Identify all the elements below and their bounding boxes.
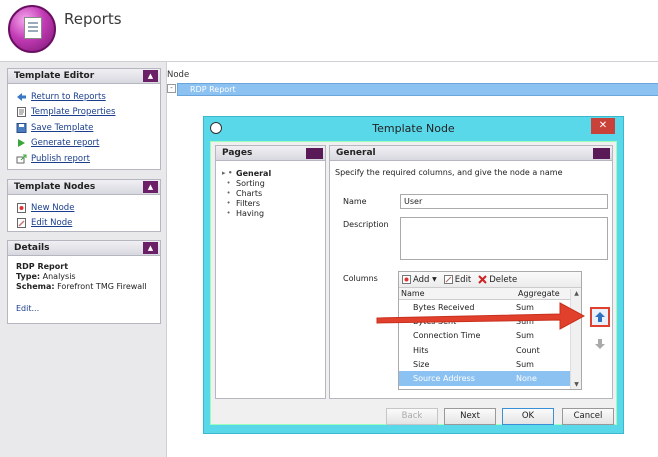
close-dialog-button[interactable]: ✕ xyxy=(591,118,615,134)
return-to-reports-link[interactable]: Return to Reports xyxy=(16,89,152,105)
columns-list: Add ▼ Edit Delete Name Aggregate Bytes R xyxy=(398,271,582,390)
description-label: Description xyxy=(343,220,389,229)
page-having[interactable]: • Having xyxy=(222,208,325,218)
columns-label: Columns xyxy=(343,274,378,283)
template-node-dialog: Template Node ✕ Pages ▸ • General • Sortin… xyxy=(203,116,624,434)
table-row[interactable]: Connection Time Sum xyxy=(399,329,581,343)
back-button[interactable]: Back xyxy=(386,408,438,425)
table-row-selected[interactable]: Source Address None xyxy=(399,371,581,386)
details-type: Analysis xyxy=(42,272,76,281)
page-filters[interactable]: • Filters xyxy=(222,198,325,208)
dialog-title: Template Node xyxy=(372,122,455,135)
details-title: Details xyxy=(14,243,50,253)
move-column-up-button[interactable] xyxy=(590,307,610,327)
dialog-title-bar: Template Node ✕ xyxy=(204,117,623,139)
pages-panel: Pages ▸ • General • Sorting • Charts • Filte… xyxy=(215,145,326,399)
name-input[interactable]: User xyxy=(400,194,608,209)
template-properties-link[interactable]: Template Properties xyxy=(16,105,152,121)
scroll-down-icon[interactable]: ▼ xyxy=(572,380,581,389)
node-column-header: Node xyxy=(167,70,190,80)
app-title: Reports xyxy=(64,10,122,28)
details-panel: Details ▲ RDP Report Type: Analysis Sche… xyxy=(7,240,161,324)
details-schema: Forefront TMG Firewall xyxy=(57,282,147,291)
details-report-name: RDP Report xyxy=(16,262,69,271)
ok-button[interactable]: OK xyxy=(502,408,554,425)
template-editor-title: Template Editor xyxy=(14,71,95,81)
save-icon xyxy=(16,122,27,133)
page-sorting[interactable]: • Sorting xyxy=(222,178,325,188)
collapse-details-button[interactable]: ▲ xyxy=(143,242,158,254)
reports-logo-icon xyxy=(8,5,56,53)
description-input[interactable] xyxy=(400,217,608,260)
next-button[interactable]: Next xyxy=(444,408,496,425)
delete-column-button[interactable]: Delete xyxy=(478,275,517,285)
arrow-left-icon xyxy=(17,92,26,101)
general-instruction: Specify the required columns, and give t… xyxy=(335,168,563,177)
tree-node-rdp-report[interactable]: RDP Report xyxy=(177,83,658,96)
general-panel: General Specify the required columns, an… xyxy=(329,145,613,399)
edit-icon xyxy=(443,275,453,284)
sidebar: Template Editor ▲ Return to Reports Temp… xyxy=(0,62,166,457)
table-row[interactable]: Bytes Sent Sum xyxy=(399,314,581,328)
template-nodes-panel: Template Nodes ▲ New Node Edit Node xyxy=(7,179,161,232)
publish-report-link[interactable]: Publish report xyxy=(16,151,152,167)
collapse-template-nodes-button[interactable]: ▲ xyxy=(143,181,158,193)
new-node-link[interactable]: New Node xyxy=(16,200,152,216)
edit-node-icon xyxy=(17,218,26,229)
save-template-link[interactable]: Save Template xyxy=(16,120,152,136)
app-header: Reports xyxy=(0,0,658,62)
chevron-down-icon: ▼ xyxy=(432,276,437,283)
generate-report-link[interactable]: Generate report xyxy=(16,136,152,152)
generate-icon xyxy=(18,139,25,148)
delete-icon xyxy=(478,275,487,284)
page-charts[interactable]: • Charts xyxy=(222,188,325,198)
column-header-name[interactable]: Name xyxy=(399,288,516,299)
dialog-button-row: Back Next OK Cancel xyxy=(211,406,616,426)
page-general[interactable]: ▸ • General xyxy=(222,168,325,178)
properties-icon xyxy=(17,107,26,118)
name-label: Name xyxy=(343,197,367,206)
details-edit-link[interactable]: Edit... xyxy=(16,304,152,314)
tree-expander-icon[interactable]: - xyxy=(167,84,176,93)
table-row[interactable]: Hits Count xyxy=(399,343,581,357)
cancel-button[interactable]: Cancel xyxy=(562,408,614,425)
new-node-icon xyxy=(17,202,26,213)
table-row[interactable]: Size Sum xyxy=(399,357,581,371)
general-title: General xyxy=(336,148,376,158)
move-column-down-button[interactable] xyxy=(593,337,607,351)
table-row[interactable]: Bytes Received Sum xyxy=(399,300,581,314)
columns-scrollbar[interactable]: ▲ ▼ xyxy=(570,289,581,389)
publish-icon xyxy=(16,154,27,164)
arrow-up-icon xyxy=(595,312,605,322)
arrow-down-icon xyxy=(595,339,605,349)
template-editor-panel: Template Editor ▲ Return to Reports Temp… xyxy=(7,68,161,170)
column-header-aggregate[interactable]: Aggregate xyxy=(516,288,572,299)
add-column-button[interactable]: Add ▼ xyxy=(402,275,437,285)
edit-node-link[interactable]: Edit Node xyxy=(16,216,152,232)
collapse-template-editor-button[interactable]: ▲ xyxy=(143,70,158,82)
pages-title: Pages xyxy=(222,148,253,158)
edit-column-button[interactable]: Edit xyxy=(443,275,471,285)
scroll-up-icon[interactable]: ▲ xyxy=(572,289,581,298)
template-nodes-title: Template Nodes xyxy=(14,182,96,192)
add-icon xyxy=(402,275,411,284)
